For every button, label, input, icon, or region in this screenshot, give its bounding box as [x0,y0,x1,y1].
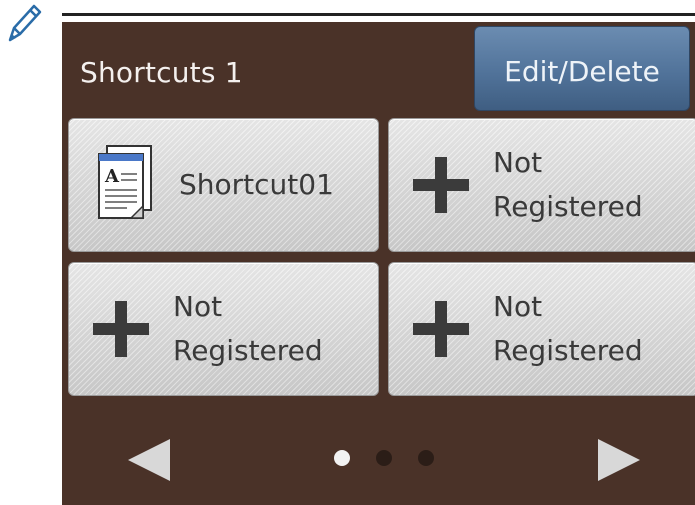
shortcuts-header: Shortcuts 1 Edit/Delete [62,22,695,118]
page-dot-2 [376,450,392,466]
shortcut-tile-3[interactable]: Not Registered [68,262,379,396]
page-dot-1 [334,450,350,466]
page-dot-3 [418,450,434,466]
shortcut-tile-1[interactable]: A Shortcut01 [68,118,379,252]
copy-document-icon: A [98,145,152,219]
touchscreen-panel: Shortcuts 1 Edit/Delete A Shortcut01 Not… [62,22,695,505]
tile-label-line2: Registered [493,334,643,367]
edit-delete-button[interactable]: Edit/Delete [474,26,690,111]
page-indicator [334,450,434,466]
note-rule [62,13,695,16]
shortcut-tile-4[interactable]: Not Registered [388,262,695,396]
tile-label-line2: Registered [173,334,323,367]
svg-text:A: A [104,166,120,187]
plus-icon [93,301,149,357]
shortcut-tile-2[interactable]: Not Registered [388,118,695,252]
previous-page-arrow-icon[interactable] [124,435,174,485]
tile-label-line1: Not [173,290,223,323]
tile-label-line2: Registered [493,190,643,223]
next-page-arrow-icon[interactable] [594,435,644,485]
note-pencil-icon [8,4,42,42]
shortcut-tile-label: Shortcut01 [179,168,334,201]
plus-icon [413,301,469,357]
page-title: Shortcuts 1 [80,56,243,89]
tile-label-line1: Not [493,290,543,323]
plus-icon [413,157,469,213]
tile-label-line1: Not [493,146,543,179]
